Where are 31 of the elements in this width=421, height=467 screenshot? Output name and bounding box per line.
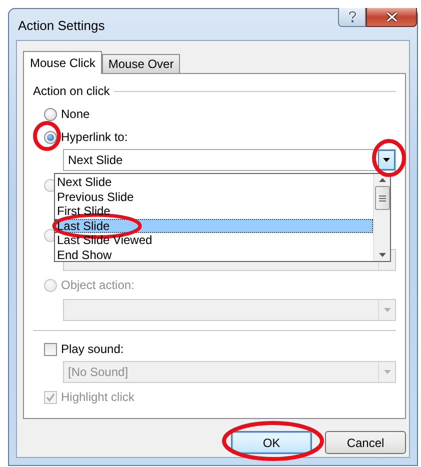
radio-button[interactable]: [44, 130, 57, 144]
close-button[interactable]: [366, 8, 417, 27]
window-title: Action Settings: [18, 18, 105, 33]
help-icon: [348, 11, 356, 23]
dialog-button[interactable]: Cancel: [325, 431, 406, 454]
radio-label: Hyperlink to:: [61, 130, 128, 144]
checkbox-label: Play sound:: [61, 342, 124, 356]
radio-label: None: [61, 107, 90, 121]
checkbox-label: Highlight click: [61, 390, 134, 404]
close-icon: [386, 12, 398, 22]
scroll-up-icon[interactable]: [378, 178, 386, 182]
tab[interactable]: Mouse Click: [23, 51, 102, 74]
dropdown-value: Next Slide: [68, 153, 124, 167]
help-button[interactable]: [338, 8, 366, 27]
annotation-ellipse: [372, 139, 406, 177]
group-label: Action on click: [33, 84, 110, 98]
dropdown-option[interactable]: Last Slide: [55, 218, 373, 234]
tab[interactable]: Mouse Over: [102, 54, 180, 73]
checkbox[interactable]: [44, 342, 57, 356]
annotation-ellipse: [33, 121, 61, 151]
dropdown-option[interactable]: Next Slide: [55, 175, 373, 190]
scroll-thumb[interactable]: [374, 186, 390, 210]
scroll-down-icon[interactable]: [378, 253, 386, 257]
scrollbar[interactable]: [373, 174, 390, 261]
dropdown[interactable]: Next Slide: [63, 149, 396, 171]
dropdown-value: [No Sound]: [68, 365, 130, 379]
radio-button[interactable]: [44, 108, 57, 120]
dropdown-option[interactable]: Previous Slide: [55, 190, 373, 204]
dropdown-option[interactable]: End Show: [55, 248, 373, 263]
radio-label: Object action:: [61, 278, 134, 292]
dialog-button[interactable]: OK: [231, 431, 312, 454]
